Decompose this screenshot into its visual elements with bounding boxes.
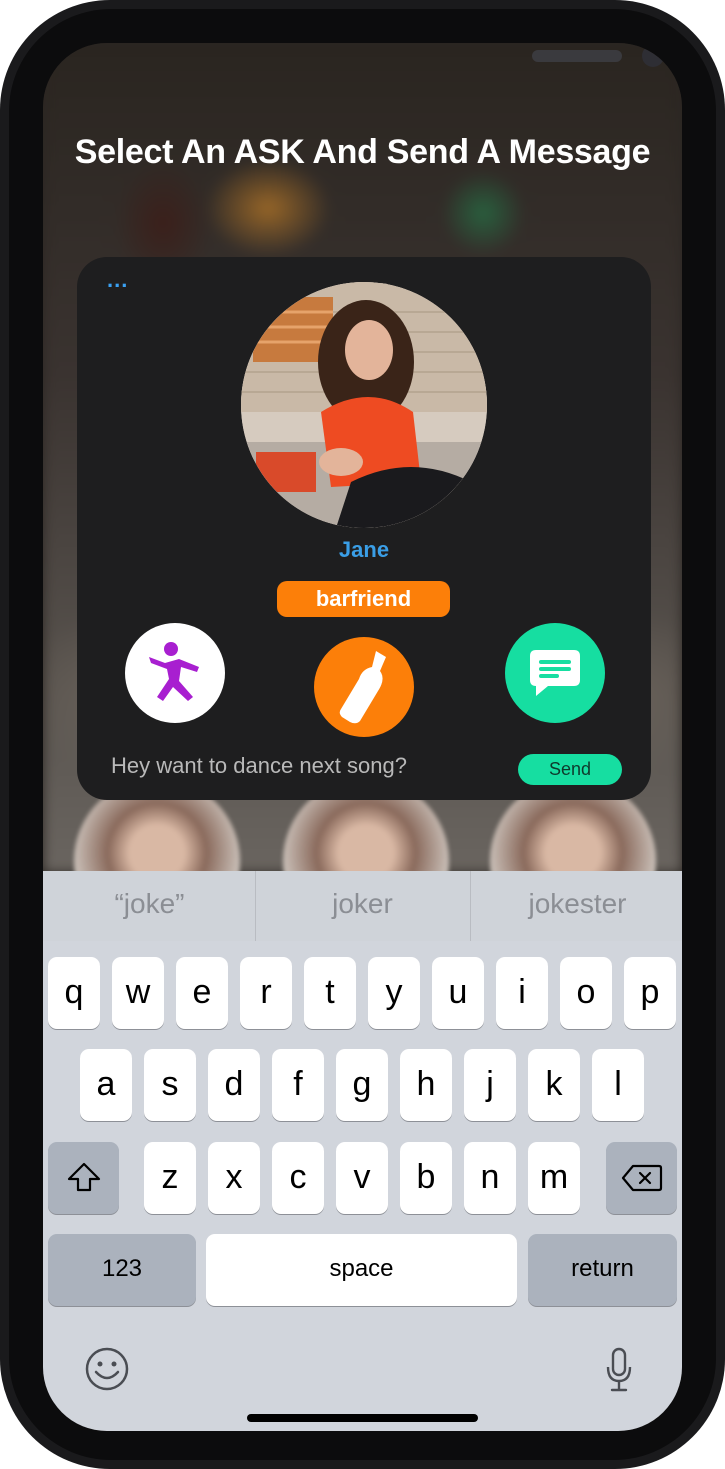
microphone-icon [606, 1347, 632, 1392]
dictation-button[interactable] [603, 1345, 635, 1395]
suggestion-bar: “joke” joker jokester [43, 871, 682, 941]
suggestion-item[interactable]: joker [256, 871, 469, 941]
drink-ask-button[interactable] [314, 637, 414, 737]
key-i[interactable]: i [496, 957, 548, 1029]
bottle-icon [339, 651, 386, 724]
send-button[interactable]: Send [518, 754, 622, 785]
key-f[interactable]: f [272, 1049, 324, 1121]
speaker-grille [532, 50, 622, 62]
space-key[interactable]: space [206, 1234, 517, 1306]
dancing-person-icon [149, 642, 199, 701]
shift-arrow-icon [67, 1162, 100, 1192]
ask-card: ... Jane barfriend Hey want to dance nex… [77, 257, 651, 800]
key-p[interactable]: p [624, 957, 676, 1029]
phone-frame: Select An ASK And Send A Message ... Jan… [0, 0, 725, 1469]
relationship-badge: barfriend [277, 581, 450, 617]
emoji-button[interactable] [83, 1345, 131, 1393]
delete-key[interactable] [606, 1142, 677, 1214]
key-c[interactable]: c [272, 1142, 324, 1214]
profile-photo [241, 282, 487, 528]
suggestion-item[interactable]: “joke” [43, 871, 256, 941]
backspace-icon [621, 1164, 662, 1192]
key-t[interactable]: t [304, 957, 356, 1029]
key-v[interactable]: v [336, 1142, 388, 1214]
key-h[interactable]: h [400, 1049, 452, 1121]
keyboard: “joke” joker jokester q w e r t y u i o … [43, 871, 682, 1431]
dance-ask-button[interactable] [125, 623, 225, 723]
profile-name: Jane [338, 537, 390, 562]
key-x[interactable]: x [208, 1142, 260, 1214]
key-y[interactable]: y [368, 957, 420, 1029]
message-input[interactable]: Hey want to dance next song? [111, 753, 407, 779]
chat-bubble-icon [530, 650, 580, 696]
key-b[interactable]: b [400, 1142, 452, 1214]
key-z[interactable]: z [144, 1142, 196, 1214]
key-j[interactable]: j [464, 1049, 516, 1121]
suggestion-item[interactable]: jokester [471, 871, 682, 941]
return-key[interactable]: return [528, 1234, 677, 1306]
key-q[interactable]: q [48, 957, 100, 1029]
key-s[interactable]: s [144, 1049, 196, 1121]
key-r[interactable]: r [240, 957, 292, 1029]
key-g[interactable]: g [336, 1049, 388, 1121]
key-u[interactable]: u [432, 957, 484, 1029]
key-e[interactable]: e [176, 957, 228, 1029]
page-title: Select An ASK And Send A Message [74, 133, 651, 171]
key-w[interactable]: w [112, 957, 164, 1029]
emoji-icon [85, 1347, 129, 1391]
app-screen: Select An ASK And Send A Message ... Jan… [43, 43, 682, 1431]
notch [256, 43, 664, 71]
key-k[interactable]: k [528, 1049, 580, 1121]
key-a[interactable]: a [80, 1049, 132, 1121]
key-d[interactable]: d [208, 1049, 260, 1121]
profile-avatar [241, 282, 487, 528]
key-o[interactable]: o [560, 957, 612, 1029]
front-camera [642, 45, 664, 67]
more-options-icon[interactable]: ... [107, 267, 128, 293]
key-m[interactable]: m [528, 1142, 580, 1214]
message-ask-button[interactable] [505, 623, 605, 723]
home-indicator[interactable] [247, 1414, 478, 1422]
key-l[interactable]: l [592, 1049, 644, 1121]
key-n[interactable]: n [464, 1142, 516, 1214]
numbers-key[interactable]: 123 [48, 1234, 196, 1306]
shift-key[interactable] [48, 1142, 119, 1214]
